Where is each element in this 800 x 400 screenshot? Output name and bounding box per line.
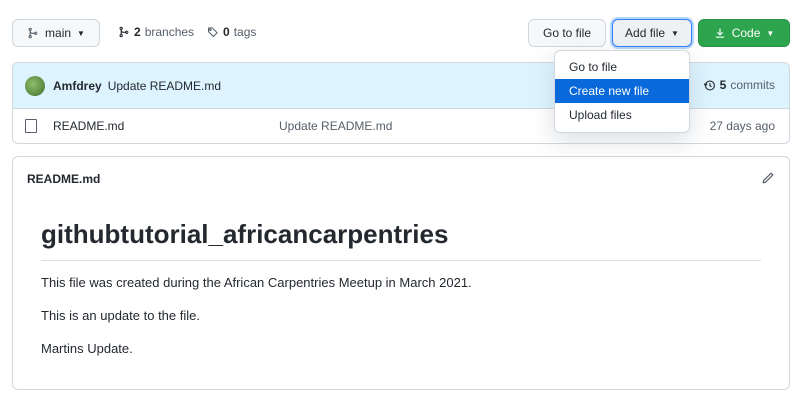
code-label: Code <box>731 26 761 40</box>
menu-item-create-new-file[interactable]: Create new file <box>555 79 689 103</box>
branch-icon <box>118 26 130 38</box>
tags-count: 0 <box>223 25 230 39</box>
download-icon <box>714 27 726 39</box>
menu-item-upload-files[interactable]: Upload files <box>555 103 689 127</box>
branches-link[interactable]: 2 branches <box>118 25 194 39</box>
file-name[interactable]: README.md <box>53 119 124 133</box>
chevron-down-icon: ▼ <box>766 28 775 38</box>
readme-heading: githubtutorial_africancarpentries <box>41 219 761 261</box>
readme-paragraph: This file was created during the African… <box>41 275 472 290</box>
history-icon <box>703 79 716 92</box>
chevron-down-icon: ▼ <box>77 28 85 38</box>
commits-label: commits <box>730 78 775 92</box>
file-icon <box>25 119 37 133</box>
branches-count: 2 <box>134 25 141 39</box>
branch-icon <box>27 27 39 39</box>
code-button[interactable]: Code ▼ <box>698 19 790 47</box>
tags-link[interactable]: 0 tags <box>207 25 256 39</box>
commit-author[interactable]: Amfdrey <box>53 79 102 93</box>
file-commit-message[interactable]: Update README.md <box>279 119 392 133</box>
add-file-button[interactable]: Add file ▼ <box>612 19 692 47</box>
readme-file-label[interactable]: README.md <box>27 172 100 186</box>
commits-count: 5 <box>719 78 727 92</box>
commit-message[interactable]: Update README.md <box>108 79 221 93</box>
tag-icon <box>207 26 219 38</box>
avatar[interactable] <box>25 75 45 96</box>
file-age: 27 days ago <box>709 119 775 133</box>
go-to-file-button[interactable]: Go to file <box>528 19 606 47</box>
pencil-icon[interactable] <box>761 171 775 185</box>
tags-label: tags <box>233 25 257 39</box>
branch-select-button[interactable]: main ▼ <box>12 19 100 47</box>
commits-link[interactable]: 5 commits <box>703 78 775 92</box>
add-file-label: Add file <box>625 26 666 40</box>
go-to-file-label: Go to file <box>542 26 592 40</box>
readme-panel: README.md githubtutorial_africancarpentr… <box>12 156 790 390</box>
branch-name: main <box>45 26 72 40</box>
add-file-menu: Go to file Create new file Upload files <box>554 50 690 133</box>
menu-item-go-to-file[interactable]: Go to file <box>555 55 689 79</box>
readme-header: README.md <box>13 157 789 201</box>
readme-paragraph: This is an update to the file. <box>41 308 200 323</box>
readme-paragraph: Martins Update. <box>41 341 133 356</box>
readme-content: githubtutorial_africancarpentries This f… <box>13 201 789 356</box>
branches-label: branches <box>144 25 195 39</box>
chevron-down-icon: ▼ <box>671 28 679 38</box>
repo-toolbar: main ▼ 2 branches 0 tags Go to file Add … <box>12 19 790 47</box>
